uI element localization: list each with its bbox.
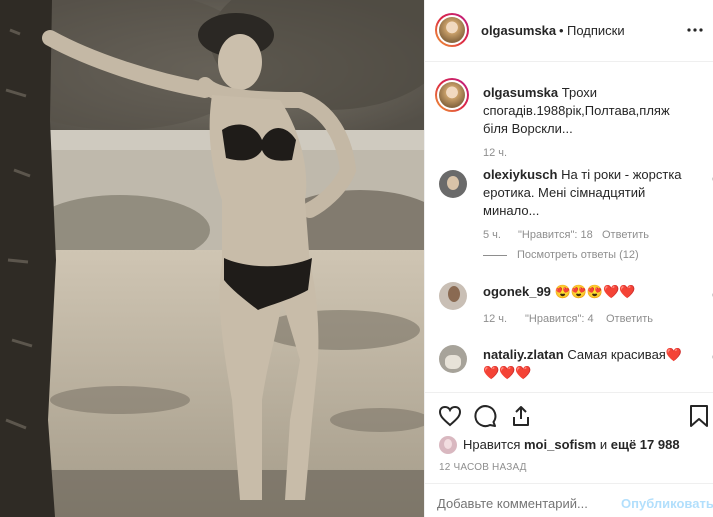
likes-count[interactable]: ещё 17 988	[611, 437, 680, 452]
comment-reply-button[interactable]: Ответить	[602, 229, 649, 241]
comment-likes[interactable]: "Нравится": 4	[525, 313, 594, 325]
comment-2: ogonek_99 😍😍😍❤️❤️	[483, 283, 693, 301]
comment-text: ❤️❤️❤️	[483, 365, 532, 380]
caption-time[interactable]: 12 ч.	[483, 147, 507, 159]
comment-time[interactable]: 12 ч.	[483, 313, 507, 325]
caption-avatar[interactable]	[435, 78, 469, 112]
following-button[interactable]: Подписки	[567, 22, 625, 40]
liker-avatar[interactable]	[439, 436, 457, 454]
caption-username[interactable]: olgasumska	[483, 85, 558, 100]
comment-username[interactable]: ogonek_99	[483, 284, 551, 299]
post-image	[0, 0, 424, 517]
comment-time[interactable]: 5 ч.	[483, 229, 501, 241]
comment-icon[interactable]	[473, 404, 497, 428]
comment-box-divider	[425, 483, 713, 484]
comment-1: olexiykusch На ті роки - жорстка еротика…	[483, 166, 683, 220]
publish-button[interactable]: Опубликовать	[621, 495, 713, 513]
comment-username[interactable]: nataliy.zlatan	[483, 347, 564, 362]
header-username[interactable]: olgasumska	[481, 22, 556, 40]
caption: olgasumska Трохи спогадів.1988рік,Полтав…	[483, 84, 693, 138]
comment-input[interactable]	[437, 494, 617, 512]
ellipsis-icon[interactable]	[687, 27, 703, 33]
commenter-avatar[interactable]	[439, 345, 467, 373]
heart-icon[interactable]	[438, 404, 462, 428]
likes-prefix: Нравится	[463, 437, 521, 452]
commenter-avatar[interactable]	[439, 282, 467, 310]
section-divider	[425, 392, 713, 393]
commenter-avatar[interactable]	[439, 170, 467, 198]
comment-text: Самая красивая❤️	[567, 347, 683, 362]
replies-divider	[483, 255, 507, 256]
view-replies-button[interactable]: Посмотреть ответы (12)	[517, 249, 639, 261]
comment-reply-button[interactable]: Ответить	[606, 313, 653, 325]
likes-line: Нравится moi_sofism и ещё 17 988	[463, 436, 680, 454]
post-header: olgasumska • Подписки	[425, 0, 713, 62]
post-sidebar: olgasumska • Подписки olgasumska Трохи с…	[424, 0, 713, 517]
comment-text: 😍😍😍❤️❤️	[554, 284, 636, 299]
bookmark-icon[interactable]	[688, 404, 710, 428]
comment-username[interactable]: olexiykusch	[483, 167, 557, 182]
share-icon[interactable]	[509, 404, 533, 428]
likes-middle: и	[599, 437, 608, 452]
post-photo[interactable]	[0, 0, 424, 517]
comment-likes[interactable]: "Нравится": 18	[518, 229, 593, 241]
author-avatar[interactable]	[435, 13, 469, 47]
liker-username[interactable]: moi_sofism	[524, 437, 596, 452]
post-timestamp[interactable]: 12 ЧАСОВ НАЗАД	[439, 462, 527, 473]
header-separator: •	[559, 23, 564, 38]
comment-3: nataliy.zlatan Самая красивая❤️ ❤️❤️❤️	[483, 346, 693, 382]
